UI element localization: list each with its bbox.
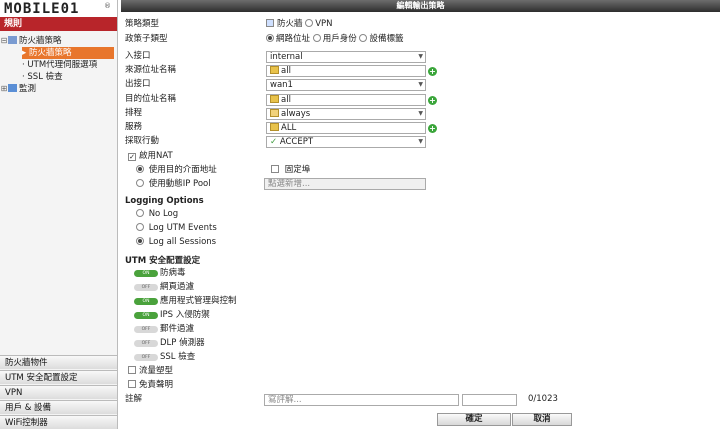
destination-address-field[interactable]: all — [266, 94, 426, 106]
chevron-down-icon: ▼ — [418, 138, 423, 145]
subtype-address-radio[interactable]: 網路位址 — [266, 34, 310, 44]
schedule-icon — [270, 109, 279, 117]
comment-char-counter: 0/1023 — [528, 394, 558, 404]
service-label: 服務 — [125, 122, 143, 132]
policy-subtype-label: 政策子類型 — [125, 34, 168, 44]
accordion-vpn[interactable]: VPN — [0, 385, 117, 399]
tree-connector-icon: · — [22, 60, 25, 70]
antivirus-toggle[interactable]: ON — [134, 270, 158, 277]
service-field[interactable]: ALL — [266, 122, 426, 134]
schedule-select[interactable]: always ▼ — [266, 108, 426, 120]
tree-item-utm-proxy-options[interactable]: · UTM代理伺服選項 — [22, 59, 139, 71]
antivirus-label: 防病毒 — [160, 268, 186, 278]
logo: MOBILE01 ® — [0, 0, 117, 17]
tree-item-monitor[interactable]: ⊞ 監測 — [0, 83, 117, 95]
log-none-radio[interactable]: No Log — [136, 209, 178, 220]
ip-pool-field[interactable]: 點選新增... — [264, 178, 426, 190]
folder-icon — [8, 36, 17, 44]
chevron-down-icon: ▼ — [418, 53, 423, 60]
tree-item-ssl-inspection[interactable]: · SSL 檢查 — [22, 71, 139, 83]
log-all-sessions-radio[interactable]: Log all Sessions — [136, 237, 216, 248]
tree-item-firewall-policy-group[interactable]: ⊟ 防火牆策略 — [0, 35, 117, 47]
add-source-address-icon[interactable]: + — [428, 67, 437, 76]
source-address-field[interactable]: all — [266, 65, 426, 77]
web-filter-toggle[interactable]: OFF — [134, 284, 158, 291]
ssl-inspection-label: SSL 檢查 — [160, 352, 196, 362]
chevron-down-icon: ▼ — [418, 81, 423, 88]
check-icon: ✓ — [270, 137, 278, 147]
tree-connector-icon: · — [22, 72, 25, 82]
schedule-label: 排程 — [125, 108, 143, 118]
add-destination-address-icon[interactable]: + — [428, 96, 437, 105]
comment-input-extension[interactable] — [462, 394, 517, 406]
collapse-icon[interactable]: ⊟ — [0, 35, 8, 47]
app-control-toggle[interactable]: ON — [134, 298, 158, 305]
dialog-title: 編輯輸出策略 — [121, 0, 720, 12]
cancel-button[interactable]: 取消 — [512, 413, 572, 426]
subtype-user-radio[interactable]: 用戶身份 — [312, 34, 357, 44]
expand-icon[interactable]: ⊞ — [0, 83, 8, 95]
service-icon — [270, 123, 279, 131]
source-address-label: 來源位址名稱 — [125, 65, 177, 75]
nat-dest-interface-radio[interactable]: 使用目的介面地址 — [136, 165, 217, 176]
dlp-sensor-label: DLP 偵測器 — [160, 338, 205, 348]
checked-icon: ✓ — [128, 153, 136, 161]
comment-label: 註解 — [125, 394, 143, 404]
destination-address-label: 目的位址名稱 — [125, 94, 177, 104]
accordion-user-device[interactable]: 用戶 & 設備 — [0, 400, 117, 414]
policy-subtype-options: 網路位址 用戶身份 設備標籤 — [266, 34, 403, 45]
ssl-inspection-toggle[interactable]: OFF — [134, 354, 158, 361]
nat-dynamic-pool-radio[interactable]: 使用動態IP Pool — [136, 179, 211, 190]
monitor-icon — [8, 84, 17, 92]
policy-type-options: 防火牆 VPN — [266, 19, 333, 30]
chevron-down-icon: ▼ — [418, 110, 423, 117]
ok-button[interactable]: 確定 — [437, 413, 511, 426]
add-service-icon[interactable]: + — [428, 124, 437, 133]
comment-input[interactable]: 寫評解... — [264, 394, 459, 406]
outgoing-interface-select[interactable]: wan1 ▼ — [266, 79, 426, 91]
ips-label: IPS 入侵防禦 — [160, 310, 210, 320]
subtype-device-radio[interactable]: 設備標籤 — [359, 34, 403, 44]
dlp-sensor-toggle[interactable]: OFF — [134, 340, 158, 347]
action-label: 採取行動 — [125, 136, 160, 146]
fixed-port-checkbox[interactable]: 固定埠 — [271, 165, 310, 176]
address-icon — [270, 95, 279, 103]
log-utm-events-radio[interactable]: Log UTM Events — [136, 223, 217, 234]
app-control-label: 應用程式管理與控制 — [160, 296, 237, 306]
enable-nat-checkbox[interactable]: ✓ 啟用NAT — [128, 151, 173, 162]
incoming-interface-select[interactable]: internal ▼ — [266, 51, 426, 63]
logo-text: MOBILE01 — [4, 1, 80, 17]
action-select[interactable]: ✓ ACCEPT ▼ — [266, 136, 426, 148]
selected-box-icon — [266, 19, 274, 27]
tree-connector-icon: ▸ — [22, 48, 27, 58]
policy-type-vpn-radio[interactable]: VPN — [305, 19, 333, 29]
accordion-utm-profiles[interactable]: UTM 安全配置設定 — [0, 370, 117, 384]
outgoing-interface-label: 出接口 — [125, 79, 151, 89]
accordion-wifi-controller[interactable]: WiFi控制器 — [0, 415, 117, 429]
utm-profiles-title: UTM 安全配置設定 — [125, 256, 201, 266]
logging-options-title: Logging Options — [125, 196, 204, 206]
policy-type-firewall-radio[interactable]: 防火牆 — [266, 19, 303, 29]
traffic-shaping-checkbox[interactable]: 流量塑型 — [128, 366, 173, 377]
email-filter-label: 郵件過濾 — [160, 324, 195, 334]
address-icon — [270, 66, 279, 74]
sidebar-section-header: 規則 — [0, 17, 117, 31]
incoming-interface-label: 入接口 — [125, 51, 151, 61]
accordion-firewall-objects[interactable]: 防火牆物件 — [0, 355, 117, 369]
web-filter-label: 網頁過濾 — [160, 282, 195, 292]
ips-toggle[interactable]: ON — [134, 312, 158, 319]
disclaimer-checkbox[interactable]: 免責聲明 — [128, 380, 173, 391]
email-filter-toggle[interactable]: OFF — [134, 326, 158, 333]
tree-item-firewall-policy[interactable]: ▸ 防火牆策略 — [22, 47, 114, 59]
policy-type-label: 策略類型 — [125, 19, 160, 29]
logo-registered-mark: ® — [104, 2, 111, 10]
